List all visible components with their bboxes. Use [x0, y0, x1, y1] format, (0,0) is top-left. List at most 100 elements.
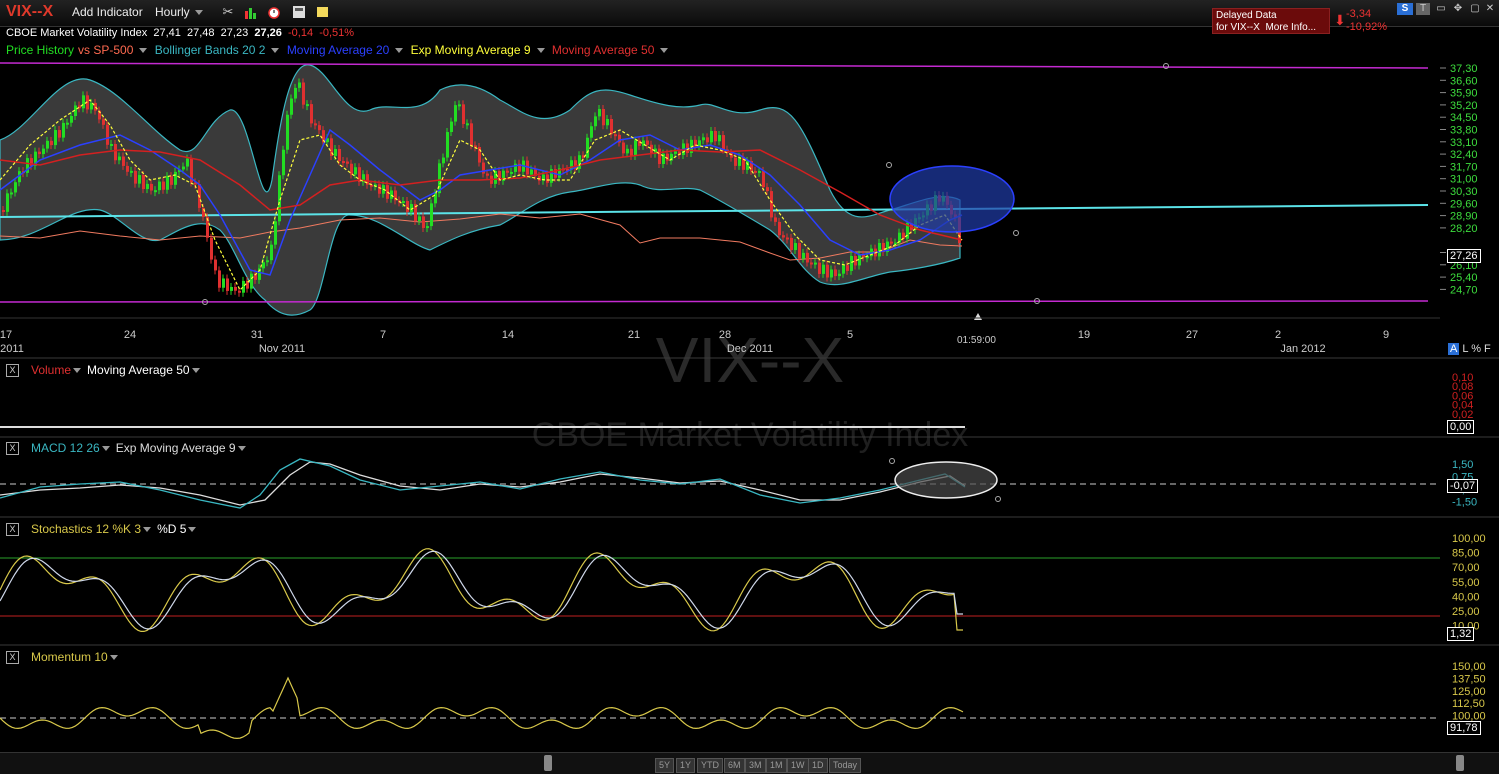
scale-percent-button[interactable]: % — [1471, 343, 1481, 355]
chevron-down-icon[interactable] — [188, 526, 197, 532]
volume-title[interactable]: Volume — [31, 363, 71, 377]
chevron-down-icon[interactable] — [73, 367, 82, 373]
range-button-1d[interactable]: 1D — [808, 758, 828, 773]
candle-body — [638, 140, 641, 146]
candle-body — [162, 181, 165, 190]
support-line[interactable] — [0, 300, 1429, 303]
range-button-ytd[interactable]: YTD — [697, 758, 723, 773]
axis-tick-label: 85,00 — [1452, 548, 1480, 560]
macd-indicator[interactable]: Exp Moving Average 9 — [116, 441, 236, 455]
candle-body — [606, 118, 609, 126]
momentum-title[interactable]: Momentum 10 — [31, 650, 108, 664]
axis-tick-label: 1,50 — [1452, 459, 1473, 471]
price-tick-label: 24,70 — [1450, 284, 1478, 296]
candle-body — [454, 105, 457, 122]
candle-body — [590, 126, 593, 138]
range-button-1m[interactable]: 1M — [766, 758, 787, 773]
momentum-panel-header: X Momentum 10 — [6, 650, 124, 665]
candle-body — [586, 137, 589, 158]
current-time-marker — [974, 313, 982, 320]
ellipse-handle[interactable] — [995, 496, 1001, 502]
candle-body — [890, 241, 893, 244]
chevron-down-icon[interactable] — [143, 526, 152, 532]
scale-auto-button[interactable]: A — [1448, 343, 1460, 355]
candle-body — [110, 144, 113, 147]
candle-body — [186, 158, 189, 167]
chevron-down-icon[interactable] — [101, 445, 110, 451]
stoch-indicator[interactable]: %D 5 — [157, 522, 186, 536]
price-tick-label: 35,90 — [1450, 88, 1478, 100]
chart-canvas[interactable]: VIX--X CBOE Market Volatility Index 01:5… — [0, 0, 1499, 773]
axis-tick-label: 125,00 — [1452, 686, 1486, 698]
close-icon[interactable]: X — [6, 364, 19, 378]
candle-body — [266, 260, 269, 263]
scale-log-button[interactable]: L — [1462, 343, 1468, 355]
candle-body — [838, 273, 841, 277]
price-tick-label: 31,70 — [1450, 161, 1478, 173]
candle-body — [126, 165, 129, 172]
candle-body — [286, 114, 289, 150]
candle-body — [698, 140, 701, 147]
ellipse-handle[interactable] — [886, 162, 892, 168]
candle-body — [130, 170, 133, 173]
candle-body — [142, 175, 145, 190]
axis-tick-label: 0,02 — [1452, 409, 1473, 421]
candle-body — [262, 262, 265, 269]
candle-body — [270, 244, 273, 261]
candle-body — [718, 135, 721, 142]
price-tick-label: 33,10 — [1450, 137, 1478, 149]
volume-axis[interactable]: 0,100,080,060,040,02 — [1452, 372, 1473, 421]
candle-body — [342, 161, 345, 164]
axis-tick-label: 55,00 — [1452, 577, 1480, 589]
candle-body — [378, 184, 381, 194]
macd-highlight-ellipse[interactable] — [894, 461, 998, 499]
range-button-1w[interactable]: 1W — [787, 758, 809, 773]
date-tick-label: 28 — [719, 329, 731, 341]
ellipse-handle[interactable] — [889, 458, 895, 464]
resistance-line[interactable] — [0, 62, 1429, 69]
scroll-handle-left[interactable] — [544, 755, 552, 771]
price-tick-label: 37,30 — [1450, 63, 1478, 75]
stoch-title[interactable]: Stochastics 12 %K 3 — [31, 522, 141, 536]
candle-body — [10, 192, 13, 195]
ellipse-handle[interactable] — [1013, 230, 1019, 236]
close-icon[interactable]: X — [6, 442, 19, 456]
price-tick-label: 30,30 — [1450, 186, 1478, 198]
close-icon[interactable]: X — [6, 651, 19, 665]
candle-body — [830, 269, 833, 278]
close-icon[interactable]: X — [6, 523, 19, 537]
candle-body — [706, 137, 709, 143]
volume-panel-header: X Volume Moving Average 50 — [6, 363, 206, 378]
candle-body — [834, 269, 837, 277]
range-button-6m[interactable]: 6M — [724, 758, 745, 773]
price-tick-label: 32,40 — [1450, 149, 1478, 161]
chevron-down-icon[interactable] — [237, 445, 246, 451]
price-tick-label: 31,00 — [1450, 174, 1478, 186]
highlight-ellipse[interactable] — [889, 165, 1015, 233]
candle-body — [578, 155, 581, 169]
chevron-down-icon[interactable] — [109, 654, 118, 660]
date-tick-label: 31 — [251, 329, 263, 341]
candle-body — [734, 157, 737, 166]
axis-tick-label: 70,00 — [1452, 562, 1480, 574]
chevron-down-icon[interactable] — [191, 367, 200, 373]
volume-indicator[interactable]: Moving Average 50 — [87, 363, 190, 377]
candle-body — [166, 176, 169, 190]
price-tick-label: 28,90 — [1450, 211, 1478, 223]
range-button-3m[interactable]: 3M — [745, 758, 766, 773]
scale-fixed-button[interactable]: F — [1484, 343, 1491, 355]
macd-title[interactable]: MACD 12 26 — [31, 441, 100, 455]
candle-body — [94, 102, 97, 111]
candle-body — [354, 167, 357, 175]
axis-tick-label: 40,00 — [1452, 591, 1480, 603]
scroll-handle-right[interactable] — [1456, 755, 1464, 771]
range-button-1y[interactable]: 1Y — [676, 758, 696, 773]
price-tick-label: 35,20 — [1450, 100, 1478, 112]
bollinger-band — [0, 64, 961, 316]
stochastics-axis[interactable]: 100,0085,0070,0055,0040,0025,0010,00 — [1452, 533, 1486, 633]
range-button-today[interactable]: Today — [829, 758, 862, 773]
range-button-5y[interactable]: 5Y — [655, 758, 675, 773]
axis-tick-label: 25,00 — [1452, 606, 1480, 618]
axis-tick-label: 137,50 — [1452, 673, 1486, 685]
candle-body — [782, 235, 785, 238]
